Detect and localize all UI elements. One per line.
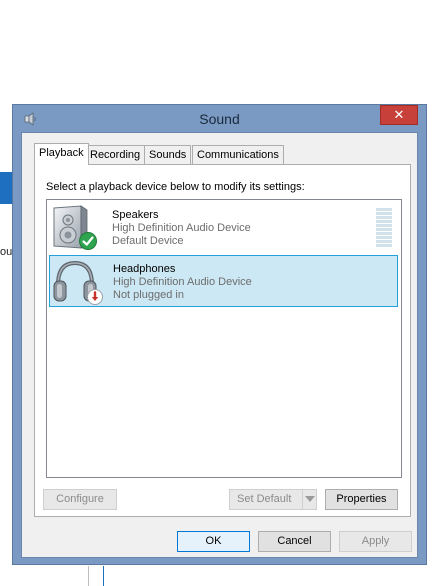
device-item-speakers[interactable]: Speakers High Definition Audio Device De… — [49, 202, 398, 254]
tab-playback[interactable]: Playback — [34, 143, 89, 165]
tab-recording-label: Recording — [90, 149, 141, 161]
set-default-label: Set Default — [237, 493, 292, 505]
device-status: Default Device — [112, 235, 184, 247]
window-title: Sound — [199, 111, 240, 127]
instruction-text: Select a playback device below to modify… — [46, 181, 305, 193]
device-name: Speakers — [112, 209, 159, 221]
apply-button[interactable]: Apply — [339, 531, 412, 552]
properties-button[interactable]: Properties — [325, 489, 398, 510]
configure-button[interactable]: Configure — [43, 489, 117, 510]
tab-sounds[interactable]: Sounds — [144, 145, 192, 164]
unplugged-badge-icon — [87, 289, 103, 305]
device-name: Headphones — [113, 263, 176, 275]
device-driver: High Definition Audio Device — [112, 222, 251, 234]
set-default-dropdown[interactable] — [302, 490, 316, 509]
tab-communications[interactable]: Communications — [192, 145, 284, 164]
volume-level-meter — [376, 208, 392, 248]
device-item-headphones[interactable]: Headphones High Definition Audio Device … — [49, 255, 398, 307]
dialog-client: Playback Recording Sounds Communications… — [21, 132, 418, 558]
sound-dialog: Sound ✕ Playback Recording Sounds Commun… — [12, 104, 427, 565]
tab-recording[interactable]: Recording — [85, 145, 146, 164]
playback-panel: Select a playback device below to modify… — [34, 164, 411, 517]
background-app-accent — [0, 172, 12, 204]
cancel-button[interactable]: Cancel — [258, 531, 331, 552]
device-list[interactable]: Speakers High Definition Audio Device De… — [46, 199, 402, 478]
default-check-badge-icon — [79, 232, 97, 250]
background-app-line — [103, 566, 104, 586]
chevron-down-icon — [305, 496, 315, 502]
set-default-button[interactable]: Set Default — [229, 489, 317, 510]
tab-sounds-label: Sounds — [149, 149, 187, 161]
title-bar[interactable]: Sound ✕ — [13, 105, 426, 132]
device-status: Not plugged in — [113, 289, 184, 301]
close-icon: ✕ — [393, 107, 405, 122]
background-app-divider — [88, 566, 89, 586]
background-app-text: ou — [0, 246, 13, 258]
close-button[interactable]: ✕ — [380, 105, 418, 125]
tab-communications-label: Communications — [197, 149, 279, 161]
ok-button[interactable]: OK — [177, 531, 250, 552]
device-driver: High Definition Audio Device — [113, 276, 252, 288]
tab-playback-label: Playback — [39, 147, 84, 159]
